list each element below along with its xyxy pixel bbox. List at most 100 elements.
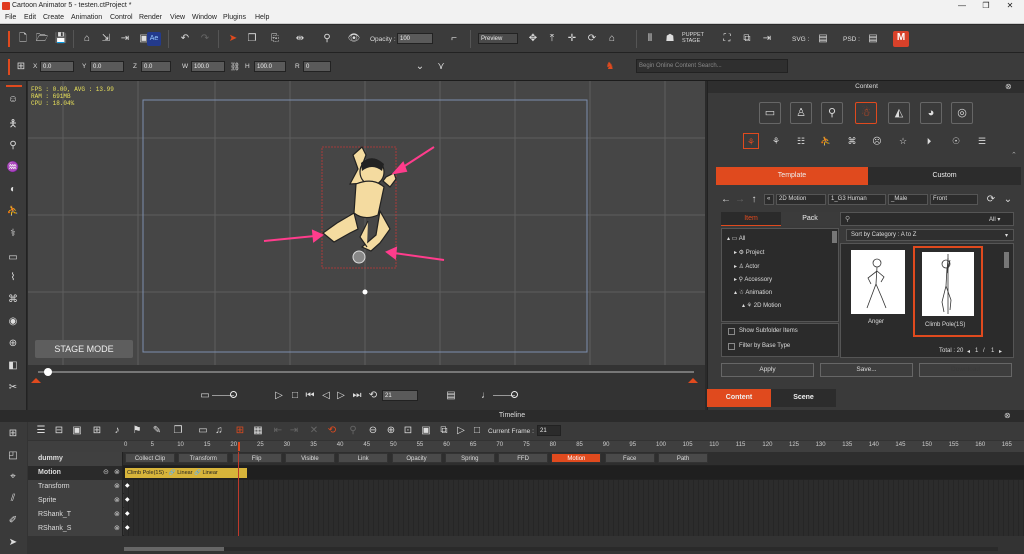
flip-icon[interactable]: ⇹ [293,32,307,46]
layer-button-collect-clip[interactable]: Collect Clip [125,453,175,463]
menu-create[interactable]: Create [43,14,64,21]
tl-select-icon[interactable]: ➤ [6,536,20,550]
timeline-scrubber-handle[interactable] [44,368,52,376]
timeline-close-icon[interactable]: ⊗ [1004,411,1011,420]
gallery-scrollbar[interactable] [1004,252,1009,268]
paste-icon[interactable]: ⎘ [268,32,282,46]
page-next-icon[interactable]: ▸ [999,348,1002,355]
collapse-icon[interactable]: ⌃ [1011,151,1017,159]
menu-plugins[interactable]: Plugins [223,14,246,21]
stop-icon[interactable]: □ [288,389,302,403]
save-button[interactable]: Save... [820,363,913,377]
filter-base-checkbox[interactable] [728,343,735,350]
tl-zoom-fit-icon[interactable]: ⧉ [437,424,451,438]
import-icon[interactable]: ⇲ [99,32,113,46]
z-field[interactable]: 0.0 [141,61,171,72]
tl-play-icon[interactable]: ▷ [454,424,468,438]
filter-dropdown[interactable]: All ▾ [989,216,1000,223]
range-end-marker[interactable] [688,378,698,383]
layer-button-opacity[interactable]: Opacity [391,453,442,463]
tl-flag-icon[interactable]: ⚑ [130,424,144,438]
track-row-sprite[interactable]: Sprite ⊗ ◆ [28,494,1024,508]
menu-control[interactable]: Control [110,14,133,21]
dialog-icon[interactable]: ☷ [793,133,809,149]
media-category-icon[interactable]: ◎ [951,102,973,124]
stage-mode-button[interactable]: STAGE MODE [35,340,133,358]
play-motion-icon[interactable]: ⏵ [921,133,937,149]
bone-icon[interactable]: ⚕ [6,227,20,241]
menu-animation[interactable]: Animation [71,14,102,21]
layer-button-visible[interactable]: Visible [284,453,335,463]
tl-layer-icon[interactable]: ◰ [6,449,20,463]
speed-slider-handle[interactable] [230,391,237,398]
frame-field[interactable]: 21 [382,390,418,401]
select-icon[interactable]: ➤ [226,32,240,46]
character-icon[interactable]: ☺ [6,93,20,107]
tl-zoom-out-icon[interactable]: ⊖ [366,424,380,438]
motion-icon[interactable]: ⚲ [6,139,20,153]
menu-window[interactable]: Window [192,14,217,21]
run-motion-icon[interactable]: ⛹ [818,133,834,149]
spring-icon[interactable]: ⌇ [6,271,20,285]
move-all-icon[interactable]: ✛ [565,32,579,46]
x-field[interactable]: 0.0 [40,61,74,72]
pivot-icon[interactable]: ⌐ [447,32,461,46]
copy-icon[interactable]: ❐ [245,32,259,46]
move-icon[interactable]: ✥ [526,32,540,46]
tl-ruler-icon[interactable]: ⫽ [6,492,20,506]
apply-button[interactable]: Apply [721,363,814,377]
tree-item-all[interactable]: ▴ ▭ All [727,235,745,242]
tl-step-icon[interactable]: ⇥ [287,424,301,438]
y-field[interactable]: 0.0 [90,61,124,72]
back-icon[interactable]: ← [719,193,733,207]
first-frame-icon[interactable]: ⏮ [303,389,317,403]
track-row-rshank-t[interactable]: RShank_T ⊗ ◆ [28,508,1024,522]
sprite-close-icon[interactable]: ⊗ [114,496,120,504]
camera-icon[interactable]: ◉ [6,315,20,329]
tab-pack[interactable]: Pack [781,212,839,226]
animation-category-icon[interactable]: ☃ [855,102,877,124]
loop-icon[interactable]: ⟲ [366,389,380,403]
visibility-icon[interactable]: 👁 [347,32,361,46]
favorite-icon[interactable]: ☆ [895,133,911,149]
sort-dropdown[interactable]: Sort by Category : A to Z ▾ [846,229,1014,241]
effects-category-icon[interactable]: ◕ [920,102,942,124]
audio-icon[interactable]: ♒ [6,161,20,175]
play-icon[interactable]: ▷ [272,389,286,403]
tl-delete-icon[interactable]: ✕ [307,424,321,438]
volume-icon[interactable]: ♩ [479,389,493,403]
tl-loop-icon[interactable]: ⟲ [325,424,339,438]
puppet-icon[interactable]: ⛹ [6,205,20,219]
breadcrumb-root[interactable]: « [764,194,774,205]
last-frame-icon[interactable]: ⏭ [350,389,364,403]
timeline-hscroll[interactable] [124,547,998,551]
pose-icon[interactable]: 🯅 [6,118,20,132]
scene-category-icon[interactable]: ◭ [888,102,910,124]
tl-brush-icon[interactable]: ✐ [6,514,20,528]
motion-toggle-icon[interactable]: ⊝ [103,468,109,476]
online-search-input[interactable]: Begin Online Content Search... [636,59,788,73]
move-up-icon[interactable]: ⤒ [545,32,559,46]
3d-motion-icon[interactable]: ⚘ [768,133,784,149]
refresh-icon[interactable]: ⟳ [984,193,998,207]
layer-button-flip[interactable]: Flip [231,453,282,463]
online-content-icon[interactable]: ♞ [603,60,617,74]
tl-list-icon[interactable]: ☰ [34,424,48,438]
up-icon[interactable]: ↑ [747,193,761,207]
tab-content[interactable]: Content [707,389,771,407]
width-field[interactable]: 100.0 [191,61,225,72]
actors-category-icon[interactable]: ♙ [790,102,812,124]
content-close-icon[interactable]: ⊗ [1005,82,1015,92]
thumbnail-anger[interactable] [851,250,905,314]
ease-in-icon[interactable]: ⌄ [413,60,427,74]
layer-button-motion[interactable]: Motion [551,453,602,463]
maximize-button[interactable]: ❐ [974,1,998,10]
layer-button-spring[interactable]: Spring [444,453,495,463]
minimize-button[interactable]: — [950,1,974,10]
effect-icon[interactable]: ✂ [6,381,20,395]
track-row-dummy[interactable]: dummy Collect Clip Transform Flip Visible Li… [28,452,1024,466]
show-subfolder-checkbox[interactable] [728,328,735,335]
layer-button-path[interactable]: Path [658,453,708,463]
range-start-marker[interactable] [31,378,41,383]
menu-edit[interactable]: Edit [24,14,36,21]
